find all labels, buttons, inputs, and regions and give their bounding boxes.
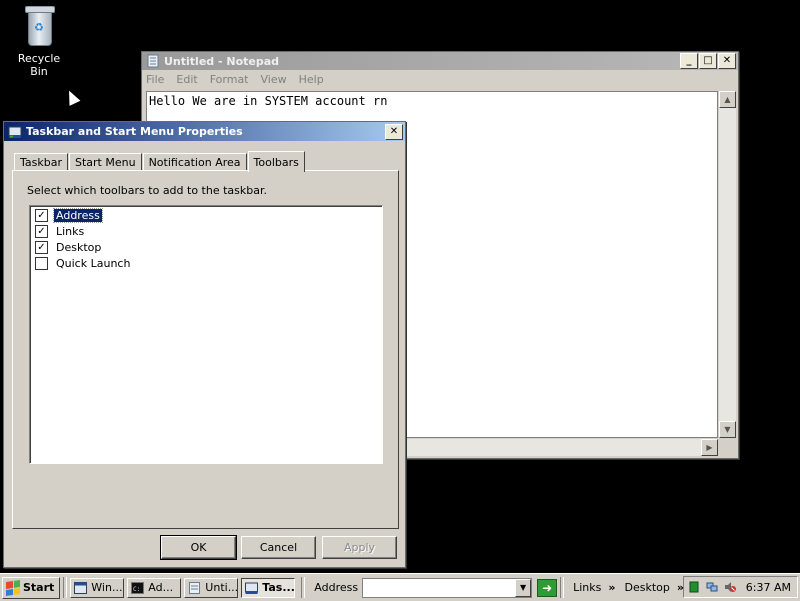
task-label: Ad... [148,581,174,594]
links-checkbox[interactable]: ✓ [35,225,48,238]
start-button[interactable]: Start [2,576,61,599]
taskbar-properties-icon [8,125,22,139]
clock[interactable]: 6:37 AM [746,581,791,594]
notepad-menubar: File Edit Format View Help [142,70,738,88]
explorer-window-icon [74,581,88,594]
command-prompt-icon: C: [131,581,145,594]
toolbars-tab-panel: Select which toolbars to add to the task… [12,170,399,529]
maximize-icon[interactable]: □ [699,53,717,69]
menu-help[interactable]: Help [299,73,324,86]
task-button-notepad[interactable]: Unti... [184,577,239,598]
minimize-icon[interactable]: _ [680,53,698,69]
recycle-bin-label: Recycle Bin [17,52,61,78]
menu-file[interactable]: File [146,73,164,86]
task-button-taskbar-properties[interactable]: Tas... [241,577,296,598]
close-icon[interactable]: ✕ [718,53,736,69]
windows-logo-icon [6,579,20,596]
address-checkbox[interactable]: ✓ [35,209,48,222]
dialog-titlebar[interactable]: Taskbar and Start Menu Properties ✕ [4,122,405,141]
links-toolbar-label[interactable]: Links [573,581,601,594]
recycle-bin-icon: ♻ [22,2,56,46]
toolbar-label-quick-launch: Quick Launch [56,257,131,270]
scroll-up-icon[interactable]: ▲ [719,91,736,108]
volume-muted-icon[interactable] [724,581,736,593]
list-item[interactable]: ✓ Links [35,224,86,239]
quick-launch-checkbox[interactable] [35,257,48,270]
taskbar-properties-dialog[interactable]: Taskbar and Start Menu Properties ✕ Task… [3,121,406,568]
notepad-icon [146,54,160,68]
dialog-tabs: Taskbar Start Menu Notification Area Too… [14,151,306,172]
links-chevron-icon[interactable]: » [608,581,615,594]
task-label: Win... [91,581,123,594]
menu-edit[interactable]: Edit [176,73,197,86]
menu-format[interactable]: Format [210,73,249,86]
toolbar-label-address: Address [53,208,103,223]
desktop-checkbox[interactable]: ✓ [35,241,48,254]
scroll-down-icon[interactable]: ▼ [719,421,736,438]
go-arrow-icon[interactable]: ➜ [537,578,558,597]
toolbars-list[interactable]: ✓ Address ✓ Links ✓ Desktop Quick Launch [29,205,383,464]
taskbar: Start Win... C: Ad... Unti... Tas... Add… [0,573,800,601]
toolbar-label-desktop: Desktop [56,241,102,254]
desktop-toolbar-label[interactable]: Desktop [624,581,669,594]
address-input[interactable]: ▼ [362,577,533,598]
task-button-admin[interactable]: C: Ad... [127,577,182,598]
scroll-right-icon[interactable]: ▶ [701,439,718,456]
address-toolbar-label: Address [314,581,359,594]
chevron-down-icon[interactable]: ▼ [515,578,532,597]
start-label: Start [23,581,55,594]
ok-button[interactable]: OK [160,535,237,560]
tab-start-menu[interactable]: Start Menu [69,153,142,171]
tab-notification-area[interactable]: Notification Area [142,153,247,171]
notepad-titlebar[interactable]: Untitled - Notepad _ □ ✕ [142,52,738,70]
notepad-content: Hello We are in SYSTEM account rn [149,94,388,108]
notepad-vertical-scrollbar[interactable]: ▲ ▼ [719,91,736,438]
network-icon[interactable] [706,581,718,593]
svg-text:C:: C: [133,586,140,593]
notepad-icon [189,581,201,594]
list-item[interactable]: ✓ Address [35,208,103,223]
tab-taskbar[interactable]: Taskbar [14,153,68,171]
taskbar-properties-icon [245,582,259,594]
menu-view[interactable]: View [261,73,287,86]
tab-toolbars[interactable]: Toolbars [247,151,305,172]
notepad-title: Untitled - Notepad [164,54,280,68]
apply-button[interactable]: Apply [322,536,397,559]
toolbar-label-links: Links [56,225,85,238]
toolbars-instruction: Select which toolbars to add to the task… [27,184,267,197]
dialog-title: Taskbar and Start Menu Properties [26,125,243,138]
cancel-button[interactable]: Cancel [241,536,316,559]
green-status-icon[interactable] [688,581,700,593]
task-label: Tas... [262,581,295,594]
task-button-windows[interactable]: Win... [70,577,125,598]
system-tray: 6:37 AM [682,576,798,598]
desktop-icon-recycle-bin[interactable]: ♻ Recycle Bin [8,2,70,78]
close-icon[interactable]: ✕ [385,123,403,140]
task-label: Unti... [205,581,239,594]
mouse-cursor-icon [63,88,81,106]
list-item[interactable]: Quick Launch [35,256,132,271]
list-item[interactable]: ✓ Desktop [35,240,103,255]
